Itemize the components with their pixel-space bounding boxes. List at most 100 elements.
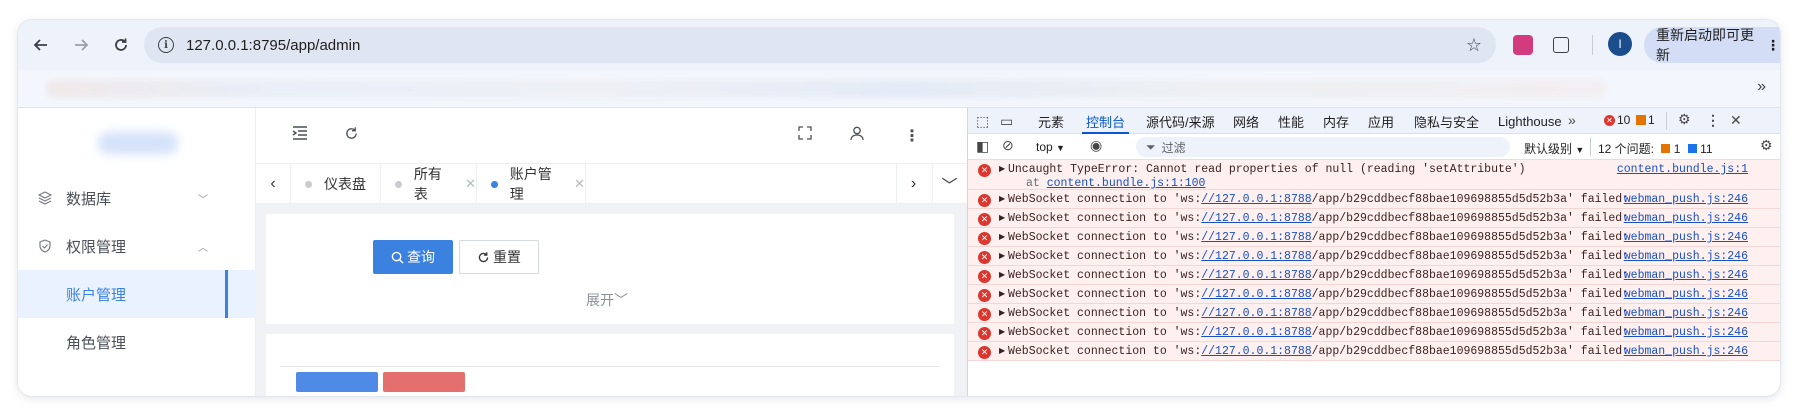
devtools-tab-privacy-security[interactable]: 隐私与安全 (1414, 108, 1479, 134)
message-source-link[interactable]: webman_push.js:246 (1624, 269, 1748, 282)
console-error-message[interactable]: ✕ ▶ WebSocket connection to 'ws://127.0.0.… (968, 228, 1780, 247)
console-error-message[interactable]: ✕ ▶ WebSocket connection to 'ws://127.0.0.… (968, 190, 1780, 209)
tab-scroll-right-icon[interactable]: › (896, 164, 930, 204)
devtools-tab-application[interactable]: 应用 (1368, 108, 1394, 134)
console-error-message[interactable]: ✕ ▶ WebSocket connection to 'ws://127.0.0.… (968, 266, 1780, 285)
sidebar-item-permissions[interactable]: 权限管理 ︿ (18, 222, 256, 270)
delete-button[interactable] (383, 372, 465, 392)
devtools-tab-sources[interactable]: 源代码/来源 (1146, 108, 1215, 134)
tab-scroll-left-icon[interactable]: ‹ (256, 164, 290, 204)
stack-link[interactable]: content.bundle.js:1:100 (1047, 177, 1206, 190)
websocket-url-link[interactable]: //127.0.0.1:8788 (1201, 231, 1311, 244)
expand-triangle-icon[interactable]: ▶ (999, 213, 1005, 222)
message-source-link[interactable]: webman_push.js:246 (1624, 307, 1748, 320)
websocket-url-link[interactable]: //127.0.0.1:8788 (1201, 345, 1311, 358)
websocket-url-link[interactable]: //127.0.0.1:8788 (1201, 250, 1311, 263)
websocket-url-link[interactable]: //127.0.0.1:8788 (1201, 288, 1311, 301)
devtools-tab-network[interactable]: 网络 (1233, 108, 1259, 134)
message-source-link[interactable]: webman_push.js:246 (1624, 326, 1748, 339)
expand-triangle-icon[interactable]: ▶ (999, 308, 1005, 317)
devtools-tab-elements[interactable]: 元素 (1038, 108, 1064, 134)
console-settings-gear-icon[interactable]: ⚙ (1760, 137, 1773, 154)
message-source-link[interactable]: content.bundle.js:1 (1617, 163, 1748, 176)
refresh-icon[interactable] (344, 126, 359, 146)
tab-all-tables[interactable]: 所有表 ✕ (380, 164, 476, 204)
message-source-link[interactable]: webman_push.js:246 (1624, 212, 1748, 225)
more-vertical-icon[interactable]: ⋮ (1706, 112, 1720, 129)
inspect-element-icon[interactable]: ⬚ (976, 113, 989, 130)
clear-console-icon[interactable]: ⊘ (1002, 137, 1014, 154)
device-toolbar-icon[interactable]: ▭ (1000, 113, 1013, 130)
expand-triangle-icon[interactable]: ▶ (999, 194, 1005, 203)
expand-triangle-icon[interactable]: ▶ (999, 289, 1005, 298)
sidebar-item-accounts[interactable]: 账户管理 (18, 270, 256, 318)
fullscreen-icon[interactable] (798, 126, 812, 145)
user-icon[interactable] (850, 126, 864, 146)
websocket-url-link[interactable]: //127.0.0.1:8788 (1201, 326, 1311, 339)
console-error-message[interactable]: ✕ ▶ WebSocket connection to 'ws://127.0.0.… (968, 323, 1780, 342)
close-devtools-icon[interactable]: ✕ (1730, 112, 1742, 129)
more-vertical-icon[interactable]: ⋮ (904, 126, 920, 146)
collapse-menu-icon[interactable] (292, 126, 308, 145)
expand-triangle-icon[interactable]: ▶ (999, 346, 1005, 355)
message-source-link[interactable]: webman_push.js:246 (1624, 250, 1748, 263)
devtools-tab-lighthouse[interactable]: Lighthouse (1498, 108, 1562, 134)
console-error-message[interactable]: ✕ ▶ WebSocket connection to 'ws://127.0.0.… (968, 285, 1780, 304)
issues-counter[interactable]: 12 个问题: 1 11 (1598, 140, 1713, 157)
log-level-selector[interactable]: 默认级别 ▼ (1524, 140, 1584, 157)
message-source-link[interactable]: webman_push.js:246 (1624, 288, 1748, 301)
console-filter-input[interactable]: ⏷ 过滤 (1136, 137, 1510, 157)
settings-gear-icon[interactable]: ⚙ (1678, 111, 1691, 128)
address-bar[interactable]: i 127.0.0.1:8795/app/admin ☆ (144, 27, 1496, 63)
websocket-url-link[interactable]: //127.0.0.1:8788 (1201, 193, 1311, 206)
expand-triangle-icon[interactable]: ▶ (999, 327, 1005, 336)
warning-counter[interactable]: 1 (1636, 113, 1655, 127)
reset-button[interactable]: 重置 (459, 240, 539, 274)
expand-triangle-icon[interactable]: ▶ (999, 270, 1005, 279)
close-icon[interactable]: ✕ (574, 176, 585, 192)
websocket-url-link[interactable]: //127.0.0.1:8788 (1201, 212, 1311, 225)
message-source-link[interactable]: webman_push.js:246 (1624, 193, 1748, 206)
sidebar-toggle-icon[interactable]: ◧ (976, 138, 989, 155)
profile-avatar[interactable]: I (1608, 32, 1632, 56)
websocket-url-link[interactable]: //127.0.0.1:8788 (1201, 269, 1311, 282)
context-selector[interactable]: top ▼ (1036, 140, 1065, 154)
add-button[interactable] (296, 372, 378, 392)
extensions-puzzle-icon[interactable] (1553, 37, 1569, 53)
console-error-message[interactable]: ✕ ▶ WebSocket connection to 'ws://127.0.0.… (968, 247, 1780, 266)
more-tabs-chevron-icon[interactable]: » (1568, 112, 1576, 128)
tab-menu-chevron-down-icon[interactable]: ﹀ (932, 164, 966, 204)
expand-triangle-icon[interactable]: ▶ (999, 251, 1005, 260)
back-icon[interactable] (22, 26, 60, 64)
console-error-message[interactable]: ✕ ▶ Uncaught TypeError: Cannot read prop… (968, 160, 1780, 190)
console-error-message[interactable]: ✕ ▶ WebSocket connection to 'ws://127.0.0.… (968, 342, 1780, 361)
error-counter[interactable]: ✕ 10 (1604, 113, 1630, 127)
site-info-icon[interactable]: i (158, 37, 174, 53)
bookmark-star-icon[interactable]: ☆ (1466, 35, 1482, 56)
devtools-tab-console[interactable]: 控制台 (1081, 108, 1130, 134)
restart-to-update-button[interactable]: 重新启动即可更新 ⋮ (1644, 27, 1780, 63)
message-source-link[interactable]: webman_push.js:246 (1624, 231, 1748, 244)
translate-extension-icon[interactable] (1513, 35, 1533, 55)
console-error-message[interactable]: ✕ ▶ WebSocket connection to 'ws://127.0.0.… (968, 304, 1780, 323)
reload-icon[interactable] (102, 26, 140, 64)
devtools-tab-memory[interactable]: 内存 (1323, 108, 1349, 134)
tab-dashboard[interactable]: 仪表盘 (290, 164, 380, 204)
more-bookmarks-button[interactable]: » (1757, 78, 1766, 96)
sidebar-item-roles[interactable]: 角色管理 (18, 318, 256, 366)
expand-toggle[interactable]: 展开﹀ (586, 290, 628, 310)
message-source-link[interactable]: webman_push.js:246 (1624, 345, 1748, 358)
live-expression-eye-icon[interactable]: ◉ (1090, 137, 1102, 154)
websocket-url-link[interactable]: //127.0.0.1:8788 (1201, 307, 1311, 320)
query-button[interactable]: 查询 (373, 240, 453, 274)
forward-icon[interactable] (62, 26, 100, 64)
menu-kebab-icon[interactable]: ⋮ (1766, 37, 1780, 54)
expand-triangle-icon[interactable]: ▶ (999, 232, 1005, 241)
console-error-message[interactable]: ✕ ▶ WebSocket connection to 'ws://127.0.0.… (968, 209, 1780, 228)
url-text[interactable]: 127.0.0.1:8795/app/admin (186, 37, 360, 54)
devtools-tab-performance[interactable]: 性能 (1278, 108, 1304, 134)
close-icon[interactable]: ✕ (465, 176, 476, 192)
expand-triangle-icon[interactable]: ▶ (999, 164, 1005, 173)
tab-account-management[interactable]: 账户管理 ✕ (476, 164, 586, 204)
sidebar-item-database[interactable]: 数据库 ﹀ (18, 174, 256, 222)
